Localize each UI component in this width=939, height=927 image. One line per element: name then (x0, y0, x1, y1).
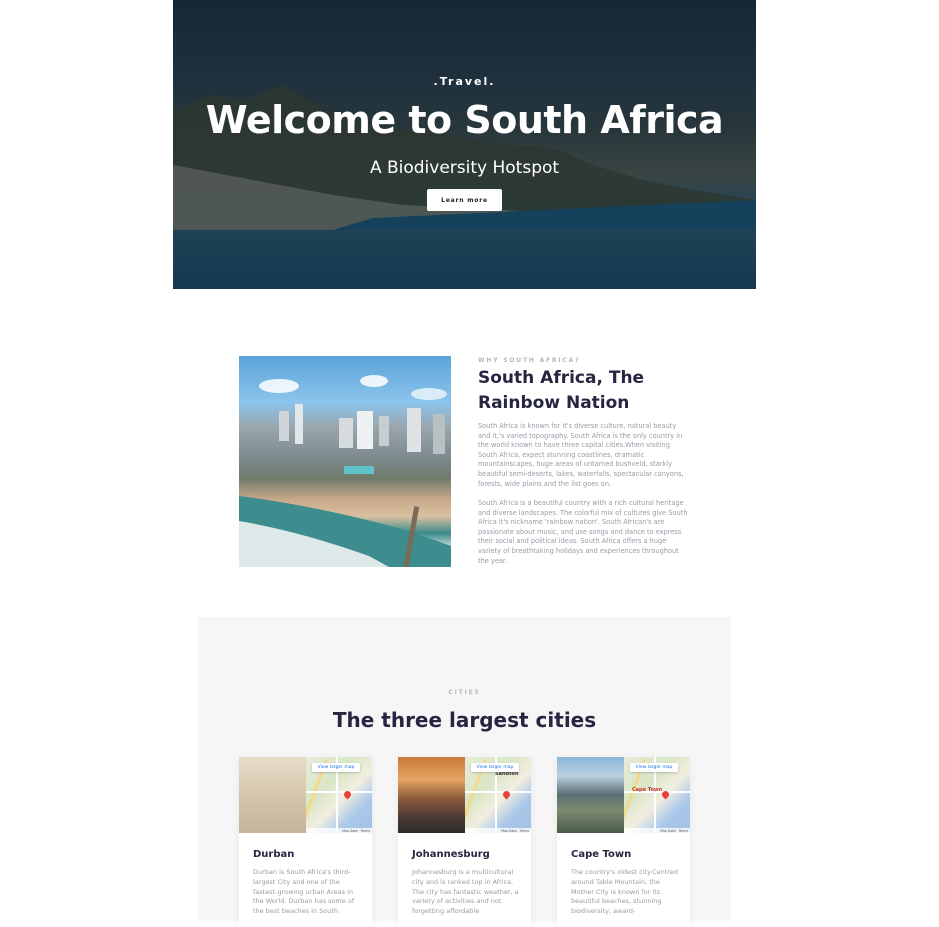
johannesburg-photo (398, 757, 465, 833)
city-card-cape-town: Cape Town View larger map Map Data Terms… (557, 757, 690, 927)
map-terms-link[interactable]: Terms (679, 829, 688, 833)
cape-town-photo (557, 757, 624, 833)
city-name: Johannesburg (412, 849, 490, 860)
city-name: Durban (253, 849, 295, 860)
map-terms-link[interactable]: Terms (361, 829, 370, 833)
city-description: Johannesburg is a multicultural city and… (412, 868, 519, 916)
hero-kicker: .Travel. (433, 75, 496, 88)
city-card-durban: View larger map Map Data Terms Durban Du… (239, 757, 372, 927)
durban-map[interactable]: View larger map Map Data Terms (306, 757, 372, 833)
about-eyebrow: WHY SOUTH AFRICA? (478, 357, 581, 364)
durban-photo (239, 757, 306, 833)
cape-town-map[interactable]: Cape Town View larger map Map Data Terms (624, 757, 690, 833)
city-description: Durban is South Africa's third-largest C… (253, 868, 355, 916)
cities-title: The three largest cities (332, 708, 597, 732)
map-data-label: Map Data (342, 828, 358, 833)
view-larger-map-link[interactable]: View larger map (471, 763, 519, 772)
learn-more-button[interactable]: Learn more (427, 189, 502, 211)
hero-banner: .Travel. Welcome to South Africa A Biodi… (173, 0, 756, 289)
map-footer: Map Data Terms (465, 828, 531, 833)
city-card-johannesburg: Sandton View larger map Map Data Terms J… (398, 757, 531, 927)
map-place-label: Cape Town (632, 787, 663, 793)
cities-eyebrow: CITIES (448, 689, 481, 696)
city-description: The country's oldest city.Centred around… (571, 868, 678, 916)
view-larger-map-link[interactable]: View larger map (630, 763, 678, 772)
map-data-label: Map Data (660, 828, 676, 833)
map-data-label: Map Data (501, 828, 517, 833)
durban-beachfront-photo (239, 356, 451, 567)
hero-subtitle: A Biodiversity Hotspot (369, 158, 560, 178)
about-paragraph-2: South Africa is a beautiful country with… (478, 499, 688, 565)
map-footer: Map Data Terms (306, 828, 372, 833)
map-footer: Map Data Terms (624, 828, 690, 833)
about-title: South Africa, The Rainbow Nation (478, 368, 645, 413)
city-photo-art (239, 375, 451, 567)
hero-overlay (173, 0, 756, 289)
map-terms-link[interactable]: Terms (520, 829, 529, 833)
view-larger-map-link[interactable]: View larger map (312, 763, 360, 772)
johannesburg-map[interactable]: Sandton View larger map Map Data Terms (465, 757, 531, 833)
hero-title: Welcome to South Africa (205, 98, 724, 142)
cities-section: CITIES The three largest cities View lar… (198, 617, 731, 927)
about-paragraph-1: South Africa is known for it's diverse c… (478, 422, 684, 488)
city-name: Cape Town (571, 849, 632, 860)
